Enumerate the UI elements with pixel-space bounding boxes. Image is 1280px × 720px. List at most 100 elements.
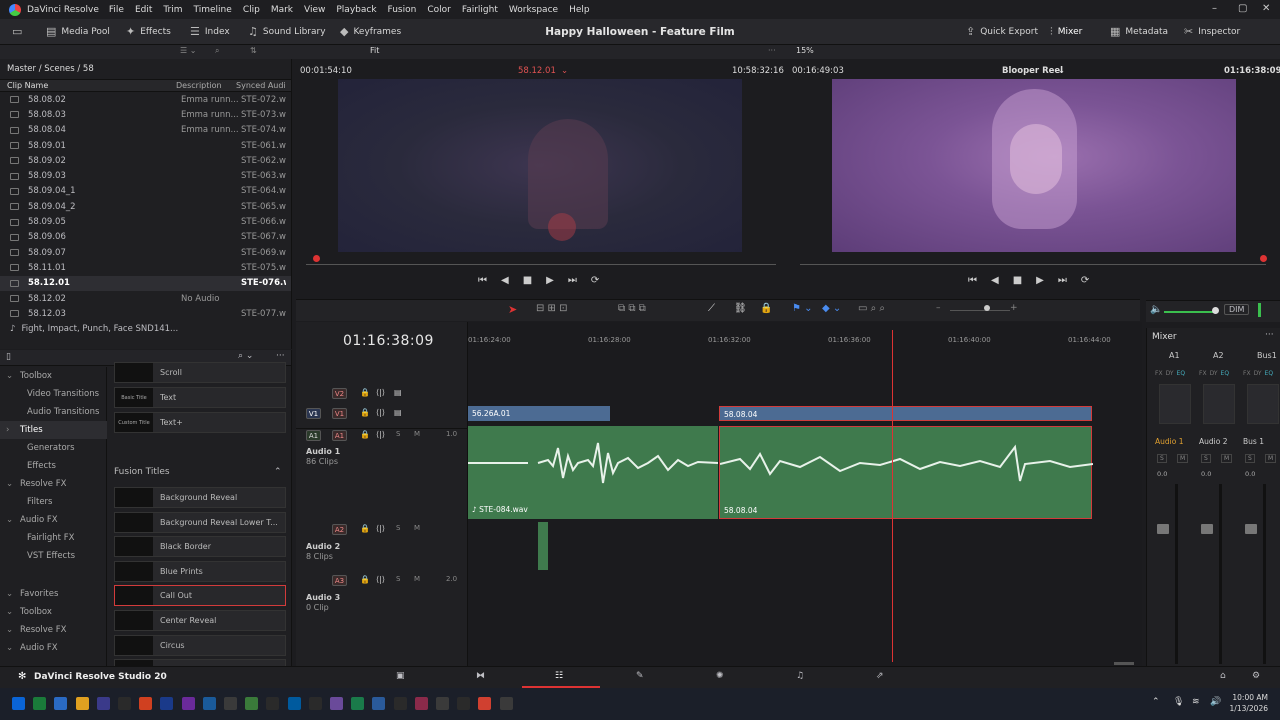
zoom-out-icon[interactable]: – — [936, 303, 941, 313]
taskbar-app-icon[interactable] — [499, 697, 513, 710]
mixer-dy-button[interactable]: DY — [1210, 370, 1218, 377]
track-a1-badge[interactable]: A1 — [332, 430, 347, 441]
track-v2-badge[interactable]: V2 — [332, 388, 347, 399]
loop-icon[interactable]: ⟳ — [1081, 275, 1089, 286]
auto-select-icon[interactable]: ⟨|⟩ — [376, 524, 385, 533]
audio-clip[interactable]: ♪ STE-084.wav — [468, 426, 718, 519]
tree-item[interactable]: ⌄ Audio FX — [0, 639, 107, 657]
col-synced-audio[interactable]: Synced Audio — [236, 81, 286, 90]
effects-more-icon[interactable]: ··· — [276, 351, 285, 361]
list-item[interactable]: 58.12.03STE-077.w... — [0, 306, 291, 321]
source-clip-name[interactable]: 58.12.01 — [518, 66, 556, 76]
tree-item[interactable]: ⌄ Toolbox — [0, 603, 107, 621]
index-button[interactable]: ☰ Index — [190, 25, 230, 38]
mixer-eq-button[interactable]: EQ — [1177, 370, 1186, 377]
program-zoom[interactable]: 15% — [796, 46, 814, 55]
collapse-icon[interactable]: ⌃ — [274, 467, 282, 477]
list-item[interactable]: 58.08.03Emma runn...STE-073.w... — [0, 107, 291, 122]
tree-item[interactable]: ⌄ Audio FX — [0, 511, 107, 529]
menu-mark[interactable]: Mark — [271, 5, 293, 15]
effect-tile[interactable]: Center Reveal — [114, 610, 286, 631]
list-item[interactable]: 58.11.01STE-075.w... — [0, 260, 291, 275]
speaker-icon[interactable]: 🔈 — [1150, 304, 1162, 315]
sort-icon[interactable]: ⇅ — [250, 46, 257, 55]
maximize-icon[interactable]: ▢ — [1238, 3, 1247, 14]
mute-button[interactable]: M — [1177, 454, 1189, 463]
track-v1-badge[interactable]: V1 — [332, 408, 347, 419]
taskbar-app-icon[interactable] — [160, 697, 174, 710]
mixer-fader-track[interactable] — [1175, 484, 1178, 664]
zoom-slider-handle[interactable] — [984, 305, 990, 311]
source-a1-badge[interactable]: A1 — [306, 430, 321, 441]
mixer-pan-box[interactable] — [1247, 384, 1279, 424]
quick-export-button[interactable]: ⇪ Quick Export — [966, 25, 1038, 38]
cut-page-icon[interactable]: ⧓ — [476, 671, 485, 681]
solo-button[interactable]: S — [1245, 454, 1255, 463]
effects-search-icon[interactable]: ⌕ ⌄ — [238, 351, 253, 361]
taskbar-app-icon[interactable] — [330, 697, 343, 710]
menu-view[interactable]: View — [304, 5, 325, 15]
taskbar-app-icon[interactable] — [139, 697, 153, 710]
taskbar-app-icon[interactable] — [75, 697, 89, 710]
solo-button[interactable]: S — [396, 524, 400, 532]
mixer-eq-button[interactable]: EQ — [1265, 370, 1274, 377]
loop-icon[interactable]: ⟳ — [591, 275, 599, 286]
taskbar-app-icon[interactable] — [436, 697, 449, 710]
jump-start-icon[interactable]: ⏮ — [478, 275, 487, 286]
tree-item[interactable]: Video Transitions — [0, 385, 107, 403]
menu-fairlight[interactable]: Fairlight — [462, 5, 498, 15]
list-item[interactable]: 58.09.04_2STE-065.w... — [0, 199, 291, 214]
keyframes-button[interactable]: ◆ Keyframes — [340, 25, 401, 38]
timeline-ruler[interactable]: 01:16:24:00 01:16:28:00 01:16:32:00 01:16:3… — [468, 330, 1142, 360]
settings-icon[interactable]: ⚙ — [1252, 671, 1260, 681]
mixer-fader-handle[interactable] — [1201, 524, 1213, 534]
tree-item[interactable]: ⌄ Toolbox — [0, 367, 107, 385]
play-reverse-icon[interactable]: ◀ — [991, 275, 999, 286]
col-description[interactable]: Description — [176, 81, 236, 90]
taskbar-app-icon[interactable] — [478, 697, 492, 710]
mute-button[interactable]: M — [414, 575, 420, 583]
lock-icon[interactable]: 🔒 — [760, 303, 772, 314]
solo-button[interactable]: S — [1201, 454, 1211, 463]
taskbar-app-icon[interactable] — [54, 697, 68, 710]
taskbar-app-icon[interactable] — [245, 697, 259, 710]
monitor-volume-slider[interactable] — [1164, 311, 1216, 313]
solo-button[interactable]: S — [1157, 454, 1167, 463]
taskbar-app-icon[interactable] — [181, 697, 195, 710]
taskbar-app-icon[interactable] — [287, 697, 301, 710]
tree-item[interactable]: ⌄ Favorites — [0, 585, 107, 603]
video-clip[interactable]: 58.08.04 — [719, 406, 1092, 421]
mixer-fx-button[interactable]: FX — [1199, 370, 1207, 377]
mixer-pan-box[interactable] — [1203, 384, 1235, 424]
chevron-down-icon[interactable]: ⌄ — [1058, 66, 1065, 76]
audio-clip[interactable] — [538, 522, 548, 570]
metadata-button[interactable]: ▦ Metadata — [1110, 25, 1168, 38]
solo-button[interactable]: S — [396, 430, 400, 438]
list-view-icon[interactable]: ☰ ⌄ — [180, 46, 196, 55]
source-scrub-bar[interactable] — [306, 264, 776, 265]
effect-tile[interactable]: Call Out — [114, 585, 286, 607]
taskbar-app-icon[interactable] — [393, 697, 407, 710]
menu-edit[interactable]: Edit — [135, 5, 152, 15]
play-icon[interactable]: ▶ — [1036, 275, 1044, 286]
list-item[interactable]: 58.09.06STE-067.w... — [0, 230, 291, 245]
mute-button[interactable]: M — [1221, 454, 1233, 463]
volume-icon[interactable]: 🔊 — [1210, 697, 1221, 707]
inspector-button[interactable]: ✂ Inspector — [1184, 25, 1240, 38]
track-a3-badge[interactable]: A3 — [332, 575, 347, 586]
program-playhead[interactable] — [1260, 255, 1267, 262]
close-icon[interactable]: ✕ — [1262, 3, 1270, 14]
trim-tool-icon[interactable]: ⊟ ⊞ ⊡ — [536, 303, 568, 314]
menu-clip[interactable]: Clip — [243, 5, 260, 15]
flag-icon[interactable]: ⚑ ⌄ — [792, 303, 813, 314]
list-item[interactable]: 58.08.02Emma runn...STE-072.w... — [0, 92, 291, 107]
link-icon[interactable]: ⛓ — [734, 303, 747, 314]
mixer-fx-button[interactable]: FX — [1155, 370, 1163, 377]
minimize-icon[interactable]: – — [1212, 3, 1217, 14]
track-a2-badge[interactable]: A2 — [332, 524, 347, 535]
source-video-frame[interactable] — [338, 79, 742, 252]
sound-library-button[interactable]: ♫ Sound Library — [248, 25, 326, 38]
list-item[interactable]: 58.09.03STE-063.w... — [0, 168, 291, 183]
taskbar-app-icon[interactable] — [372, 697, 386, 710]
color-page-icon[interactable]: ✺ — [716, 671, 724, 681]
